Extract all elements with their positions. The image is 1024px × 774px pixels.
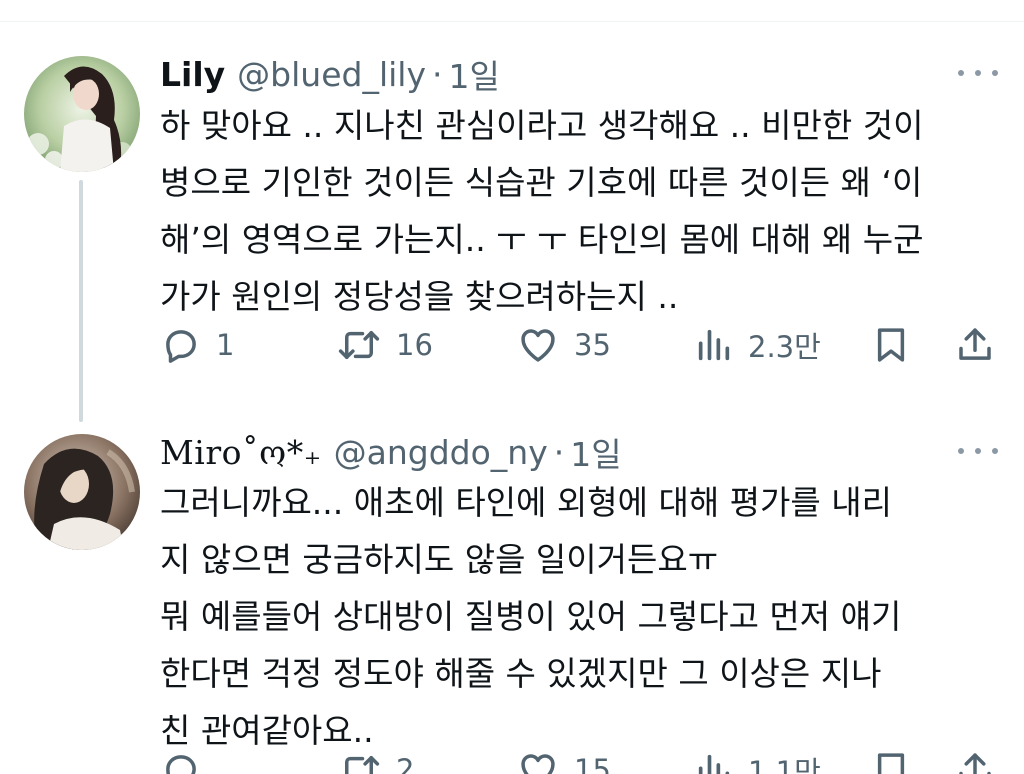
share-icon [959, 328, 991, 360]
retweet-button[interactable]: 16 [336, 321, 433, 369]
like-count: 35 [574, 328, 611, 362]
separator-dot: · [553, 432, 565, 472]
heart-icon [521, 754, 555, 774]
reply-count: 1 [216, 328, 235, 362]
more-options-icon[interactable] [958, 441, 998, 461]
more-options-icon[interactable] [958, 63, 998, 83]
heart-icon [521, 329, 555, 362]
bookmark-icon [877, 328, 905, 362]
tweet-text-line: 뭐 예를들어 상대방이 질병이 있어 그렇다고 먼저 얘기 [160, 597, 902, 636]
avatar-miro[interactable] [24, 434, 140, 550]
tweet-text-line: 한다면 걱정 정도야 해줄 수 있겠지만 그 이상은 지나 [160, 654, 882, 693]
reply-icon [166, 330, 196, 363]
share-icon [959, 753, 991, 774]
views-button[interactable]: 2.3만 [694, 321, 821, 369]
tweet-text-line: 해’의 영역으로 가는지.. ㅜ ㅜ 타인의 몸에 대해 왜 누군 [160, 220, 924, 259]
tweet-text-line: 하 맞아요 .. 지나친 관심이라고 생각해요 .. 비만한 것이 [160, 106, 924, 145]
top-divider [0, 21, 1024, 22]
retweet-button[interactable]: 2 [336, 746, 414, 774]
bookmark-icon [877, 753, 905, 774]
action-bar: 2 15 1.1만 [160, 746, 1000, 774]
retweet-count: 2 [396, 753, 415, 774]
retweet-count: 16 [396, 328, 433, 362]
retweet-icon [345, 756, 380, 774]
views-button[interactable]: 1.1만 [694, 746, 821, 774]
timestamp[interactable]: 1일 [449, 50, 500, 98]
avatar-lily[interactable] [24, 56, 140, 172]
like-count: 15 [574, 753, 611, 774]
tweet-thread: Lily @blued_lily · 1일 하 맞아요 .. 지나친 관심이라고… [0, 0, 1024, 774]
views-chart-icon [698, 329, 730, 361]
view-count: 1.1만 [748, 755, 821, 774]
reply-button[interactable]: 1 [160, 321, 234, 369]
tweet-text: 하 맞아요 .. 지나친 관심이라고 생각해요 .. 비만한 것이 병으로 기인… [160, 97, 1010, 325]
reply-icon [166, 755, 196, 774]
thread-connector-line [79, 180, 83, 422]
tweet-text-line: 병으로 기인한 것이든 식습관 기호에 따른 것이든 왜 ‘이 [160, 163, 923, 202]
retweet-icon [338, 331, 380, 359]
display-name[interactable]: Lily [160, 55, 225, 94]
like-button[interactable]: 35 [516, 321, 611, 369]
views-chart-icon [698, 754, 730, 774]
user-handle[interactable]: @blued_lily [237, 55, 426, 94]
tweet-header: Lily @blued_lily · 1일 [160, 50, 500, 98]
user-handle[interactable]: @angddo_ny [334, 433, 548, 472]
timestamp[interactable]: 1일 [570, 428, 621, 476]
action-bar: 1 16 35 2.3만 [160, 321, 1000, 369]
share-button[interactable] [954, 321, 996, 369]
tweet-text-line: 지 않으면 궁금하지도 않을 일이거든요ㅠ [160, 540, 719, 579]
reply-button[interactable] [160, 746, 216, 774]
tweet-header: Miro˚ო*₊ @angddo_ny · 1일 [160, 428, 622, 476]
share-button[interactable] [954, 746, 996, 774]
bookmark-button[interactable] [870, 746, 912, 774]
bookmark-button[interactable] [870, 321, 912, 369]
tweet-text-line: 가가 원인의 정당성을 찾으려하는지 .. [160, 277, 679, 316]
separator-dot: · [432, 54, 443, 94]
tweet-text: 그러니까요... 애초에 타인에 외형에 대해 평가를 내리 지 않으면 궁금하… [160, 474, 1010, 759]
display-name[interactable]: Miro˚ო*₊ [160, 433, 322, 472]
like-button[interactable]: 15 [516, 746, 611, 774]
view-count: 2.3만 [748, 330, 821, 364]
tweet-text-line: 그러니까요... 애초에 타인에 외형에 대해 평가를 내리 [160, 483, 892, 522]
